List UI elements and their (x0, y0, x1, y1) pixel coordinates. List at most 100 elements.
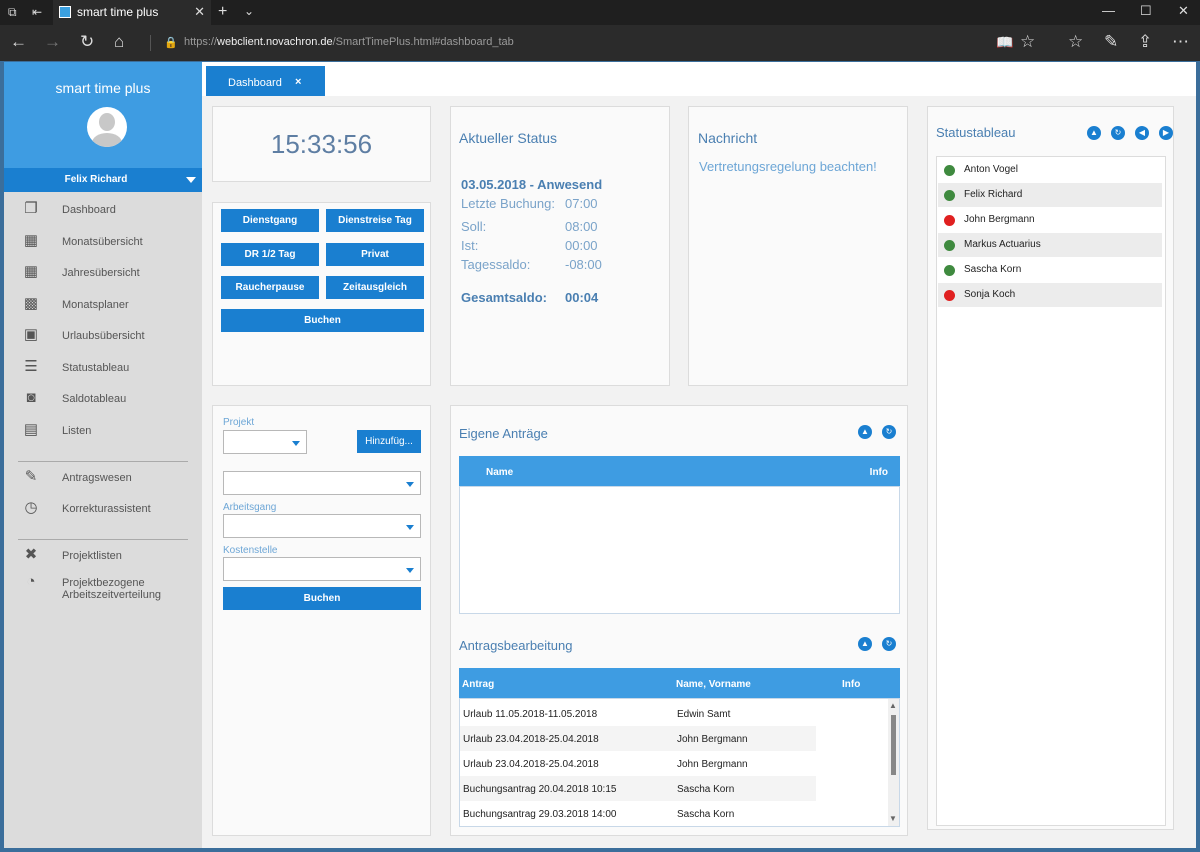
address-bar[interactable]: https://webclient.novachron.de/SmartTime… (184, 36, 514, 48)
buchen-button[interactable]: Buchen (221, 309, 424, 332)
table-row[interactable]: Urlaub 23.04.2018-25.04.2018 John Bergma… (460, 726, 886, 751)
new-tab-icon[interactable]: + (218, 3, 227, 21)
collapse-up-icon[interactable]: ▲ (858, 425, 872, 439)
antragsbearbeitung-table: Urlaub 11.05.2018-11.05.2018 Edwin Samt … (459, 698, 900, 827)
table-row[interactable]: Buchungsantrag 29.03.2018 14:00 Sascha K… (460, 801, 886, 826)
info-cell (816, 726, 886, 751)
maximize-icon[interactable]: ☐ (1140, 3, 1152, 19)
favorite-star-icon[interactable]: ☆ (1020, 33, 1035, 51)
more-icon[interactable]: ⋯ (1172, 33, 1189, 51)
home-icon[interactable]: ⌂ (114, 33, 124, 51)
project-booking-panel: Projekt Hinzufüg... Arbeitsgang Kostenst… (212, 405, 431, 836)
clock-icon: ◷ (24, 499, 38, 516)
sidebar-item-antragswesen[interactable]: ✎ Antragswesen (4, 465, 202, 491)
refresh-circle-icon[interactable]: ↻ (882, 637, 896, 651)
collapse-up-icon[interactable]: ▲ (858, 637, 872, 651)
pen-icon[interactable]: ✎ (1104, 33, 1118, 51)
browser-tab[interactable]: smart time plus ✕ (53, 0, 211, 25)
table-row[interactable]: Urlaub 11.05.2018-11.05.2018 Edwin Samt (460, 701, 886, 726)
lock-icon: 🔒 (164, 37, 178, 49)
project-time-icon: ◔ (26, 573, 36, 590)
list-item[interactable]: Sonja Koch (938, 283, 1162, 307)
table-row[interactable]: Urlaub 23.04.2018-25.04.2018 John Bergma… (460, 751, 886, 776)
prev-page-icon[interactable]: ◀ (1135, 126, 1149, 140)
clock-time: 15:33:56 (270, 129, 373, 159)
message-panel: Nachricht Vertretungsregelung beachten! (688, 106, 908, 386)
info-cell (816, 801, 886, 826)
project-detail-select[interactable] (223, 471, 421, 495)
sidebar-item-monatsuebersicht[interactable]: ▦ Monatsübersicht (4, 229, 202, 255)
table-row[interactable]: Buchungsantrag 20.04.2018 10:15 Sascha K… (460, 776, 886, 801)
sidebar-item-urlaubsuebersicht[interactable]: ▣ Urlaubsübersicht (4, 323, 202, 349)
list-item[interactable]: Anton Vogel (938, 158, 1162, 182)
list-item[interactable]: Felix Richard (938, 183, 1162, 207)
collapse-up-icon[interactable]: ▲ (1087, 126, 1101, 140)
dienstreise-tag-button[interactable]: Dienstreise Tag (326, 209, 424, 232)
sidebar-item-saldotableau[interactable]: ◙ Saldotableau (4, 386, 202, 412)
sidebar-item-listen[interactable]: ▤ Listen (4, 418, 202, 444)
minimize-icon[interactable]: — (1102, 3, 1115, 18)
tab-actions-icon[interactable]: ⧉ (8, 6, 20, 18)
add-project-button[interactable]: Hinzufüg... (357, 430, 421, 453)
close-tab-icon[interactable]: ✕ (194, 4, 205, 20)
zeitausgleich-button[interactable]: Zeitausgleich (326, 276, 424, 299)
tab-dashboard[interactable]: Dashboard × (206, 66, 325, 96)
close-window-icon[interactable]: ✕ (1178, 3, 1189, 19)
avatar (87, 107, 127, 147)
clock-panel: 15:33:56 (212, 106, 431, 182)
list-item[interactable]: Sascha Korn (938, 258, 1162, 282)
projekt-select[interactable] (223, 430, 307, 454)
sidebar-item-dashboard[interactable]: ❐ Dashboard (4, 197, 202, 223)
status-dot (944, 265, 955, 276)
eigene-antraege-title: Eigene Anträge (459, 426, 548, 441)
refresh-circle-icon[interactable]: ↻ (882, 425, 896, 439)
sidebar-item-projektlisten[interactable]: ✖ Projektlisten (4, 543, 202, 569)
sidebar-item-projektbezogene[interactable]: ◔ Projektbezogene Arbeitszeitverteilung (4, 570, 202, 604)
last-booking-label: Letzte Buchung: (461, 196, 555, 211)
back-icon[interactable]: ← (10, 33, 27, 51)
vertical-scrollbar[interactable]: ▲ ▼ (888, 699, 899, 826)
col-name-vorname[interactable]: Name, Vorname (676, 679, 751, 690)
favorites-hub-icon[interactable]: ☆ (1068, 33, 1083, 51)
share-icon[interactable]: ⇪ (1138, 33, 1152, 51)
sidebar-item-monatsplaner[interactable]: ▩ Monatsplaner (4, 292, 202, 318)
user-dropdown[interactable]: Felix Richard (4, 168, 202, 192)
sidebar-header: smart time plus (4, 62, 202, 168)
sidebar-item-korrekturassistent[interactable]: ◷ Korrekturassistent (4, 496, 202, 522)
privat-button[interactable]: Privat (326, 243, 424, 266)
tagessaldo-label: Tagessaldo: (461, 257, 531, 272)
project-buchen-button[interactable]: Buchen (223, 587, 421, 610)
forward-icon[interactable]: → (44, 33, 61, 51)
list-icon: ☰ (24, 358, 38, 375)
sidebar-item-jahresuebersicht[interactable]: ▦ Jahresübersicht (4, 260, 202, 286)
raucherpause-button[interactable]: Raucherpause (221, 276, 319, 299)
col-info[interactable]: Info (842, 679, 860, 690)
dienstgang-button[interactable]: Dienstgang (221, 209, 319, 232)
arbeitsgang-select[interactable] (223, 514, 421, 538)
col-antrag[interactable]: Antrag (462, 679, 494, 690)
kostenstelle-select[interactable] (223, 557, 421, 581)
scrollbar-thumb[interactable] (891, 715, 896, 775)
scroll-up-icon[interactable]: ▲ (889, 701, 897, 710)
planner-icon: ▩ (23, 295, 39, 312)
refresh-icon[interactable]: ↻ (80, 33, 94, 51)
dr-half-day-button[interactable]: DR 1/2 Tag (221, 243, 319, 266)
col-info[interactable]: Info (870, 467, 888, 478)
close-tab-button[interactable]: × (295, 76, 301, 88)
set-tabs-aside-icon[interactable]: ⇤ (32, 6, 44, 18)
favicon-icon (59, 6, 71, 18)
status-date-line: 03.05.2018 - Anwesend (461, 177, 603, 192)
list-item[interactable]: John Bergmann (938, 208, 1162, 232)
calendar-month-icon: ▦ (23, 232, 39, 249)
list-item[interactable]: Markus Actuarius (938, 233, 1162, 257)
sidebar-item-statustableau[interactable]: ☰ Statustableau (4, 355, 202, 381)
col-name[interactable]: Name (486, 467, 513, 478)
reading-view-icon[interactable]: 📖 (996, 33, 1013, 51)
scroll-down-icon[interactable]: ▼ (889, 814, 897, 823)
tab-menu-chevron-icon[interactable]: ⌄ (244, 4, 254, 18)
next-page-icon[interactable]: ▶ (1159, 126, 1173, 140)
message-text: Vertretungsregelung beachten! (699, 159, 877, 174)
refresh-circle-icon[interactable]: ↻ (1111, 126, 1125, 140)
projekt-label: Projekt (223, 417, 255, 428)
actions-panel: Dienstgang Dienstreise Tag DR 1/2 Tag Pr… (212, 202, 431, 386)
